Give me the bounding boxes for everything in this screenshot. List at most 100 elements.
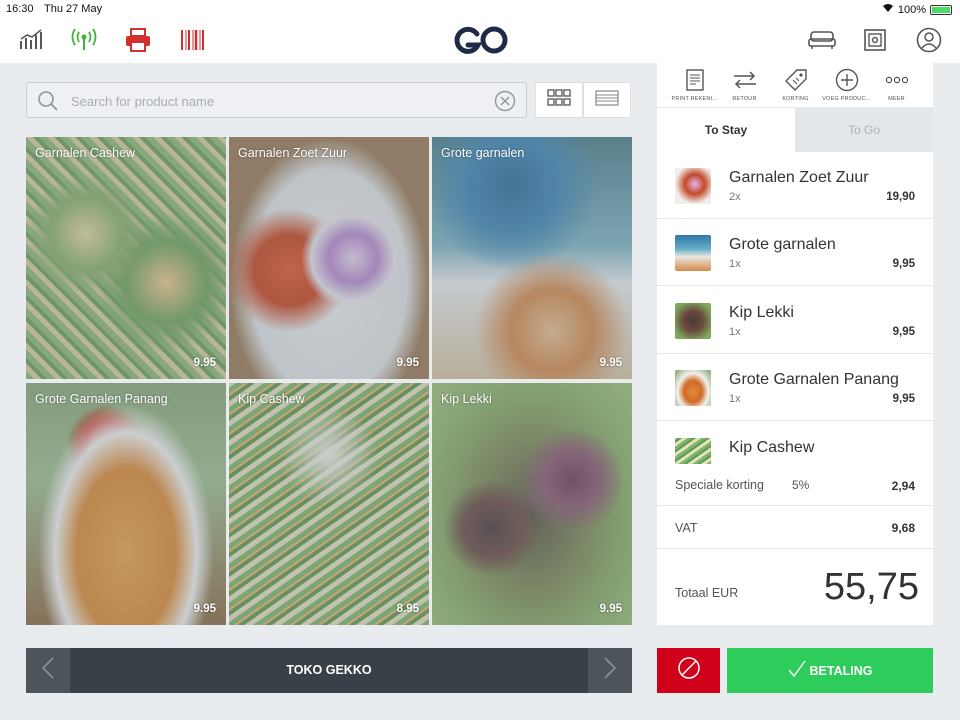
order-item[interactable]: Garnalen Zoet Zuur 2x 19,90 (657, 152, 933, 219)
order-list: Garnalen Zoet Zuur 2x 19,90 Grote garnal… (657, 152, 933, 464)
order-item-thumbnail (675, 303, 711, 339)
order-item-price: 9,95 (892, 393, 915, 405)
vat-value: 9,68 (891, 521, 915, 535)
order-item-name: Grote garnalen (729, 236, 836, 253)
top-navigation (0, 18, 960, 63)
list-view-button[interactable] (583, 82, 631, 118)
discount-label: KORTING (782, 96, 809, 102)
discount-tag-icon (784, 67, 808, 93)
order-item-quantity: 1x (729, 393, 741, 405)
user-profile-icon[interactable] (915, 26, 943, 54)
discount-value: 2,94 (891, 479, 915, 493)
order-item-price: 9,95 (892, 258, 915, 270)
barcode-icon[interactable] (179, 26, 207, 54)
search-input[interactable] (71, 91, 491, 111)
more-dots-icon (885, 67, 909, 93)
order-summary: Speciale korting 5% 2,94 VAT 9,68 Totaal… (657, 464, 933, 625)
order-item-name: Garnalen Zoet Zuur (729, 169, 869, 186)
order-item-quantity: 1x (729, 258, 741, 270)
total-amount: 55,75 (823, 566, 919, 608)
product-tile[interactable]: Kip Cashew 8.95 (229, 383, 429, 625)
status-bar: 16:30 Thu 27 May 100% (0, 0, 960, 18)
product-grid: Garnalen Cashew 9.95 Garnalen Zoet Zuur … (26, 137, 632, 625)
chevron-right-icon (604, 657, 617, 684)
order-type-tabs: To Stay To Go (657, 108, 933, 152)
product-tile[interactable]: Garnalen Zoet Zuur 9.95 (229, 137, 429, 379)
product-name: Grote garnalen (441, 146, 525, 160)
product-tile[interactable]: Grote Garnalen Panang 9.95 (26, 383, 226, 625)
more-button[interactable]: MEER (869, 63, 924, 107)
next-table-button[interactable] (588, 648, 632, 693)
discount-row[interactable]: Speciale korting 5% 2,94 (657, 464, 933, 506)
battery-icon (930, 4, 952, 15)
product-price: 9.95 (599, 357, 622, 369)
go-logo (453, 25, 509, 55)
signal-antenna-icon[interactable] (70, 26, 98, 54)
chevron-left-icon (41, 657, 54, 684)
table-name[interactable]: TOKO GEKKO (70, 648, 588, 693)
vat-label: VAT (675, 521, 698, 535)
tab-to-go[interactable]: To Go (795, 108, 933, 152)
order-item-name: Kip Lekki (729, 304, 794, 321)
printer-icon[interactable] (124, 26, 152, 54)
return-button[interactable]: RETOUR (717, 63, 772, 107)
vat-row: VAT 9,68 (657, 506, 933, 549)
grid-view-button[interactable] (535, 82, 583, 118)
safe-icon[interactable] (861, 26, 889, 54)
order-item-thumbnail (675, 370, 711, 406)
sofa-icon[interactable] (808, 26, 836, 54)
discount-label: Speciale korting (675, 478, 764, 492)
cancel-order-button[interactable] (657, 648, 720, 693)
order-item-thumbnail (675, 438, 711, 464)
order-item-thumbnail (675, 235, 711, 271)
payment-label: BETALING (809, 663, 873, 678)
product-name: Garnalen Cashew (35, 146, 136, 160)
previous-table-button[interactable] (26, 648, 70, 693)
return-arrows-icon (732, 67, 758, 93)
order-item[interactable]: Kip Lekki 1x 9,95 (657, 287, 933, 354)
table-selector-bar: TOKO GEKKO (26, 648, 632, 693)
order-item-price: 9,95 (892, 326, 915, 338)
order-actions-toolbar: PRINT REKENI... RETOUR KORTING VOEG PROD… (657, 63, 933, 107)
tab-to-stay[interactable]: To Stay (657, 108, 795, 152)
product-tile[interactable]: Kip Lekki 9.95 (432, 383, 632, 625)
product-price: 9.95 (193, 603, 216, 615)
order-item-name: Kip Cashew (729, 439, 815, 456)
product-name: Kip Cashew (238, 392, 305, 406)
order-item[interactable]: Grote Garnalen Panang 1x 9,95 (657, 354, 933, 421)
discount-percentage: 5% (792, 478, 810, 492)
list-view-icon (595, 89, 619, 111)
order-item-price: 19,90 (886, 191, 915, 203)
wifi-icon (882, 3, 894, 16)
product-tile[interactable]: Garnalen Cashew 9.95 (26, 137, 226, 379)
product-price: 8.95 (396, 603, 419, 615)
cancel-prohibited-icon (677, 656, 701, 685)
print-bill-button[interactable]: PRINT REKENI... (667, 63, 722, 107)
checkmark-icon (787, 660, 806, 681)
stats-chart-icon[interactable] (17, 26, 45, 54)
clear-search-icon[interactable] (494, 90, 516, 117)
payment-button[interactable]: BETALING (727, 648, 933, 693)
order-item-quantity: 2x (729, 191, 741, 203)
product-price: 9.95 (193, 357, 216, 369)
order-item-name: Grote Garnalen Panang (729, 371, 899, 388)
receipt-icon (685, 67, 705, 93)
total-row: Totaal EUR 55,75 (657, 549, 933, 625)
product-name: Garnalen Zoet Zuur (238, 146, 348, 160)
order-item[interactable]: Kip Cashew (657, 422, 933, 464)
battery-percent: 100% (897, 3, 926, 16)
search-icon (37, 90, 59, 117)
status-time: 16:30 (6, 3, 34, 15)
print-bill-label: PRINT REKENI... (671, 96, 718, 102)
add-product-label: VOEG PRODUC... (822, 96, 871, 102)
more-label: MEER (888, 96, 905, 102)
grid-view-icon (547, 88, 571, 112)
status-date: Thu 27 May (44, 3, 103, 15)
product-tile[interactable]: Grote garnalen 9.95 (432, 137, 632, 379)
product-name: Grote Garnalen Panang (35, 392, 168, 406)
order-item[interactable]: Grote garnalen 1x 9,95 (657, 219, 933, 286)
add-product-button[interactable]: VOEG PRODUC... (819, 63, 874, 107)
discount-button[interactable]: KORTING (768, 63, 823, 107)
return-label: RETOUR (732, 96, 757, 102)
product-name: Kip Lekki (441, 392, 492, 406)
